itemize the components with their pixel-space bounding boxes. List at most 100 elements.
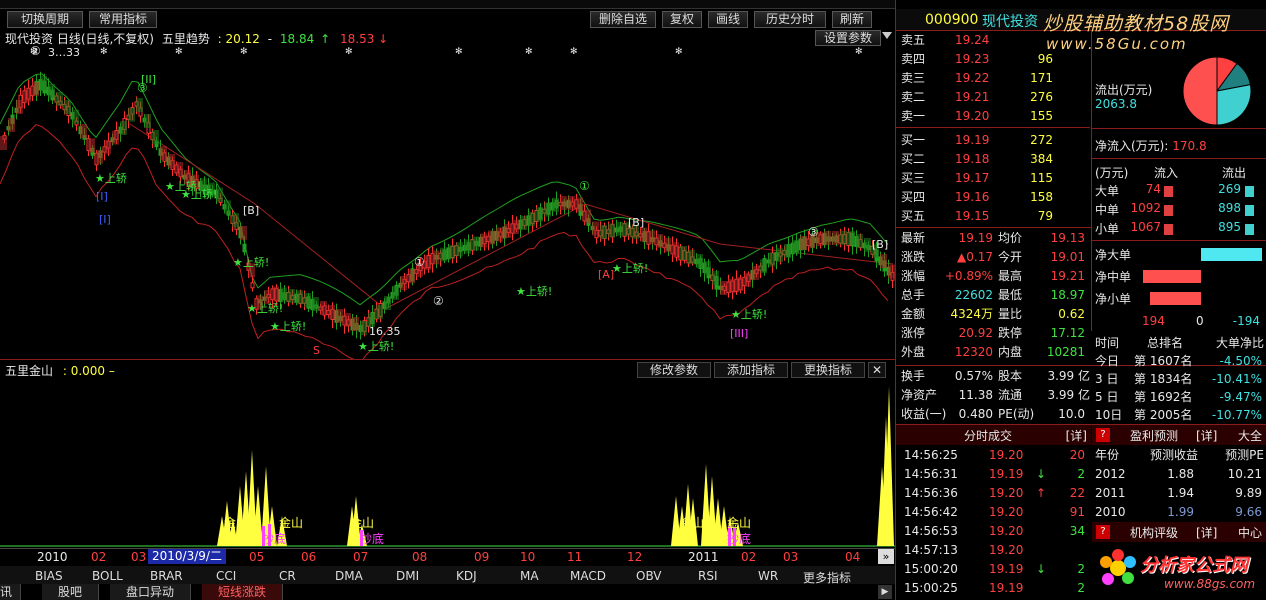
indicator-tab-bias[interactable]: BIAS <box>35 569 63 583</box>
indicator-tab-rsi[interactable]: RSI <box>698 569 718 583</box>
ribbon-segment <box>528 212 535 226</box>
ribbon-segment <box>440 247 447 262</box>
ribbon-segment <box>856 234 863 248</box>
cursor-date: 2010/3/9/二 <box>148 549 226 564</box>
switch-cycle-button[interactable]: 切换周期 <box>7 11 83 28</box>
ribbon-segment <box>48 84 55 98</box>
ranking-row: 今日第 1607名 -4.50% <box>1095 354 1262 368</box>
timeline-month: 08 <box>412 550 428 564</box>
quote-row: 涨幅 +0.89% 最高 19.21 <box>901 269 1085 283</box>
bottom-scroll-button[interactable]: ▶ <box>878 585 892 599</box>
pie-slice <box>1182 56 1218 126</box>
net-totals: 194 0 -194 <box>1142 314 1260 328</box>
site-logo: 分析家公式网 www.88gs.com <box>1094 544 1266 600</box>
indicator-tab-brar[interactable]: BRAR <box>150 569 183 583</box>
draw-line-button[interactable]: 画线 <box>708 11 748 28</box>
signal-label: ★上轿 <box>95 172 127 185</box>
fundamental-row: 净资产 11.38 流通 3.99 亿 <box>901 388 1090 402</box>
ribbon-segment <box>848 231 855 245</box>
help-icon[interactable]: ? <box>1096 525 1110 539</box>
bottom-tab-news[interactable]: 讯 <box>0 584 22 600</box>
ribbon-segment <box>328 305 335 319</box>
tick-row: 14:57:13 19.20 <box>904 543 1024 557</box>
indicator-tab-cr[interactable]: CR <box>279 569 296 583</box>
bottom-tab-order-change[interactable]: 盘口异动 <box>110 584 192 600</box>
ribbon-segment <box>120 121 127 135</box>
ribbon-segment <box>240 226 247 240</box>
indicator-tab-dmi[interactable]: DMI <box>396 569 419 583</box>
timeline-month: 10 <box>520 550 536 564</box>
indicator-tab-wr[interactable]: WR <box>758 569 778 583</box>
star-icon: ★ <box>165 180 175 193</box>
settings-dropdown-icon[interactable] <box>882 32 892 39</box>
ribbon-segment <box>640 227 647 242</box>
ribbon-segment <box>888 264 895 279</box>
wave-label: [B] <box>243 204 260 217</box>
ribbon-segment <box>512 220 519 234</box>
star-icon: ★ <box>95 172 105 185</box>
flow-out-label: 流出(万元) <box>1095 83 1153 97</box>
indicator-tab-boll[interactable]: BOLL <box>92 569 123 583</box>
ribbon-segment <box>760 259 767 274</box>
common-indicators-button[interactable]: 常用指标 <box>89 11 157 28</box>
timeline-month: 03 <box>783 550 799 564</box>
indicator-tab-kdj[interactable]: KDJ <box>456 569 477 583</box>
org-rating-header[interactable]: ? 机构评级 [详] 中心 <box>1092 522 1266 542</box>
timeline-month: 02 <box>91 550 107 564</box>
refresh-button[interactable]: 刷新 <box>832 11 872 28</box>
flow-table-row: 中单 1092 898 <box>1092 201 1266 220</box>
chaodi-label: 抄底 <box>360 532 385 546</box>
ribbon-segment <box>72 109 79 124</box>
ribbon-segment <box>88 138 95 153</box>
ribbon-segment <box>80 124 87 138</box>
jinshan-label: 金山 <box>680 516 705 530</box>
ribbon-segment <box>672 242 679 256</box>
indicator-tab-obv[interactable]: OBV <box>636 569 662 583</box>
ribbon-segment <box>376 305 383 319</box>
close-sub-panel-icon[interactable]: ✕ <box>868 362 886 378</box>
jinshan-label: 金山 <box>279 516 304 530</box>
ticks-header[interactable]: 分时成交 [详] <box>896 425 1091 445</box>
indicator-tab-dma[interactable]: DMA <box>335 569 363 583</box>
ribbon-segment <box>344 313 351 327</box>
restore-button[interactable]: 复权 <box>662 11 702 28</box>
delete-favorite-button[interactable]: 删除自选 <box>590 11 656 28</box>
help-icon[interactable]: ? <box>1096 428 1110 442</box>
ribbon-segment <box>360 321 367 335</box>
wave-label: [III] <box>730 327 749 340</box>
star-marker: ✻ <box>455 47 463 57</box>
bottom-tab-short-term[interactable]: 短线涨跌 <box>202 584 284 600</box>
ribbon-segment <box>560 196 567 210</box>
indicator-tab-ma[interactable]: MA <box>520 569 539 583</box>
ribbon-segment <box>712 271 719 285</box>
modify-params-tab[interactable]: 修改参数 <box>637 362 711 378</box>
candle-body <box>242 243 247 253</box>
indicator-tab-cci[interactable]: CCI <box>216 569 236 583</box>
ribbon-segment <box>696 254 703 268</box>
history-intraday-button[interactable]: 历史分时 <box>754 11 826 28</box>
forecast-header[interactable]: ? 盈利预测 [详] 大全 <box>1092 425 1266 445</box>
bottom-tab-guba[interactable]: 股吧 <box>42 584 100 600</box>
order-sell-row: 卖五 19.24 <box>901 33 990 47</box>
order-sell-row: 卖二 19.21 276 <box>901 90 1053 104</box>
quote-row: 最新 19.19 均价 19.13 <box>901 231 1085 245</box>
ribbon-segment <box>552 197 559 212</box>
star-icon: ★ <box>516 285 526 298</box>
ribbon-segment <box>544 202 551 217</box>
chaodi-label: 抄底 <box>727 532 752 546</box>
timeline-month: 09 <box>474 550 490 564</box>
star-marker: ✻ <box>570 47 578 57</box>
flower-logo-icon <box>1100 549 1136 585</box>
ribbon-segment <box>24 88 31 102</box>
ribbon-segment <box>64 100 71 114</box>
ribbon-segment <box>176 162 183 176</box>
add-indicator-tab[interactable]: 添加指标 <box>714 362 788 378</box>
quote-row: 金额 4324万 量比 0.62 <box>901 307 1085 321</box>
indicator-tab-macd[interactable]: MACD <box>570 569 606 583</box>
scroll-right-button[interactable]: » <box>878 549 894 564</box>
ticks-list: 14:56:25 19.20 20 14:56:31 19.19 ↓ 2 14:56:36… <box>896 446 1091 600</box>
star-icon: ★ <box>358 340 368 353</box>
flow-table-row: 大单 74 269 <box>1092 182 1266 201</box>
sub-indicator-chart[interactable] <box>0 378 895 548</box>
replace-indicator-tab[interactable]: 更换指标 <box>791 362 865 378</box>
